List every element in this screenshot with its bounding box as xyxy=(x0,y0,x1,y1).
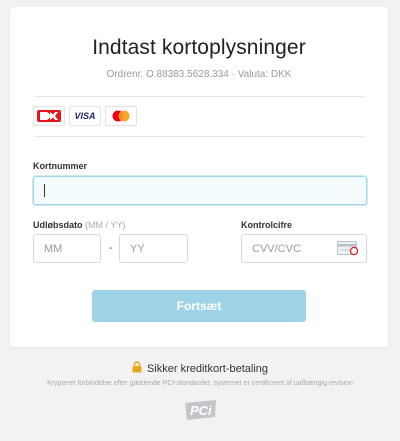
encryption-note: Krypteret forbindelse efter gældende PCI… xyxy=(47,380,353,387)
pci-logo: PCi xyxy=(182,399,220,426)
secure-text: Sikker kreditkort-betaling xyxy=(146,362,269,375)
divider-bottom xyxy=(34,136,364,137)
cvc-card-icon xyxy=(337,241,359,261)
continue-button[interactable]: Fortsæt xyxy=(92,290,306,322)
expiry-hint: (MM / YY) xyxy=(85,220,126,230)
page-title: Indtast kortoplysninger xyxy=(92,36,306,59)
cvc-label: Kontrolcifre xyxy=(241,220,293,230)
expiry-year-input[interactable] xyxy=(119,234,188,263)
order-info: Ordrenr. O.88383.5628.334 · Valuta: DKK xyxy=(106,69,292,80)
dankort-icon xyxy=(33,106,65,126)
payment-card: Indtast kortoplysninger Ordrenr. O.88383… xyxy=(10,7,388,347)
lock-icon xyxy=(132,361,142,376)
expiry-label: Udløbsdato (MM / YY) xyxy=(33,220,125,230)
expiry-month-input[interactable] xyxy=(33,234,101,263)
card-logos: VISA xyxy=(33,106,137,126)
pci-text: PCi xyxy=(190,403,212,418)
mastercard-icon xyxy=(105,106,137,126)
text-cursor xyxy=(44,184,45,197)
card-number-label: Kortnummer xyxy=(33,161,88,171)
card-number-wrapper xyxy=(33,176,367,205)
expiry-separator: - xyxy=(109,242,113,254)
divider-top xyxy=(34,96,364,97)
visa-icon: VISA xyxy=(69,106,101,126)
secure-payment: Sikker kreditkort-betaling xyxy=(0,361,400,376)
card-number-input[interactable] xyxy=(33,176,367,205)
expiry-label-text: Udløbsdato xyxy=(33,220,83,230)
visa-text: VISA xyxy=(74,111,96,121)
